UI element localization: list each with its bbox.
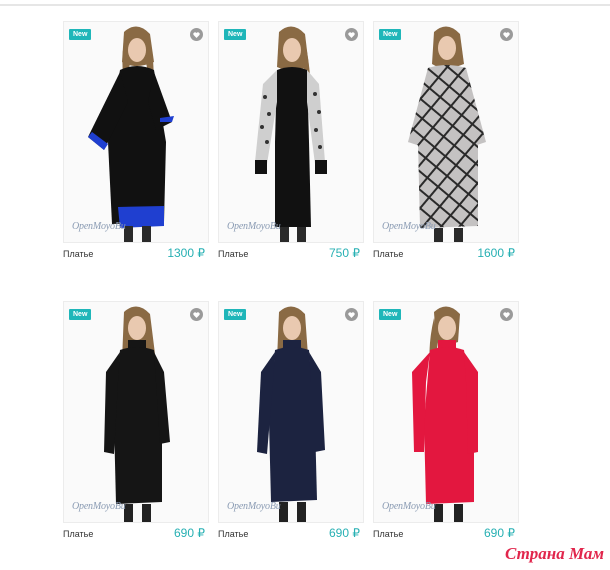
favorite-button[interactable]	[500, 308, 513, 321]
favorite-button[interactable]	[500, 28, 513, 41]
new-badge: New	[379, 29, 402, 40]
product-price: 690 ₽	[174, 526, 205, 540]
product-price: 1300 ₽	[167, 246, 205, 260]
heart-icon	[348, 31, 355, 38]
product-name[interactable]: Платье	[218, 249, 248, 259]
model-figure	[257, 306, 325, 522]
heart-icon	[503, 311, 510, 318]
model-figure	[88, 26, 174, 242]
heart-icon	[193, 311, 200, 318]
brand-logo: OpenMoyoBu	[227, 501, 281, 512]
product-name[interactable]: Платье	[218, 529, 248, 539]
new-badge: New	[224, 309, 247, 320]
product-photo[interactable]: New OpenMoyoBu	[373, 301, 519, 523]
favorite-button[interactable]	[190, 308, 203, 321]
brand-logo: OpenMoyoBu	[72, 221, 126, 232]
product-photo[interactable]: New OpenMoyoBu	[373, 21, 519, 243]
new-badge: New	[379, 309, 402, 320]
new-badge: New	[69, 309, 92, 320]
heart-icon	[503, 31, 510, 38]
product-name[interactable]: Платье	[63, 249, 93, 259]
top-divider	[0, 4, 610, 6]
favorite-button[interactable]	[345, 28, 358, 41]
brand-logo: OpenMoyoBu	[227, 221, 281, 232]
model-figure	[104, 306, 170, 522]
model-figure	[255, 26, 327, 242]
heart-icon	[193, 31, 200, 38]
product-photo[interactable]: New OpenMoyoBu	[63, 301, 209, 523]
product-price: 750 ₽	[329, 246, 360, 260]
product-photo[interactable]: New OpenMoyoBu	[218, 21, 364, 243]
product-price: 1600 ₽	[477, 246, 515, 260]
brand-logo: OpenMoyoBu	[72, 501, 126, 512]
product-price: 690 ₽	[329, 526, 360, 540]
model-figure	[408, 26, 486, 242]
new-badge: New	[69, 29, 92, 40]
heart-icon	[348, 311, 355, 318]
product-name[interactable]: Платье	[63, 529, 93, 539]
product-price: 690 ₽	[484, 526, 515, 540]
model-figure	[412, 306, 478, 522]
new-badge: New	[224, 29, 247, 40]
watermark-logo: Страна Мам	[504, 544, 604, 563]
favorite-button[interactable]	[345, 308, 358, 321]
brand-logo: OpenMoyoBu	[382, 501, 436, 512]
product-name[interactable]: Платье	[373, 529, 403, 539]
product-photo[interactable]: New OpenMoyoBu	[63, 21, 209, 243]
product-name[interactable]: Платье	[373, 249, 403, 259]
brand-logo: OpenMoyoBu	[382, 221, 436, 232]
product-photo[interactable]: New OpenMoyoBu	[218, 301, 364, 523]
favorite-button[interactable]	[190, 28, 203, 41]
